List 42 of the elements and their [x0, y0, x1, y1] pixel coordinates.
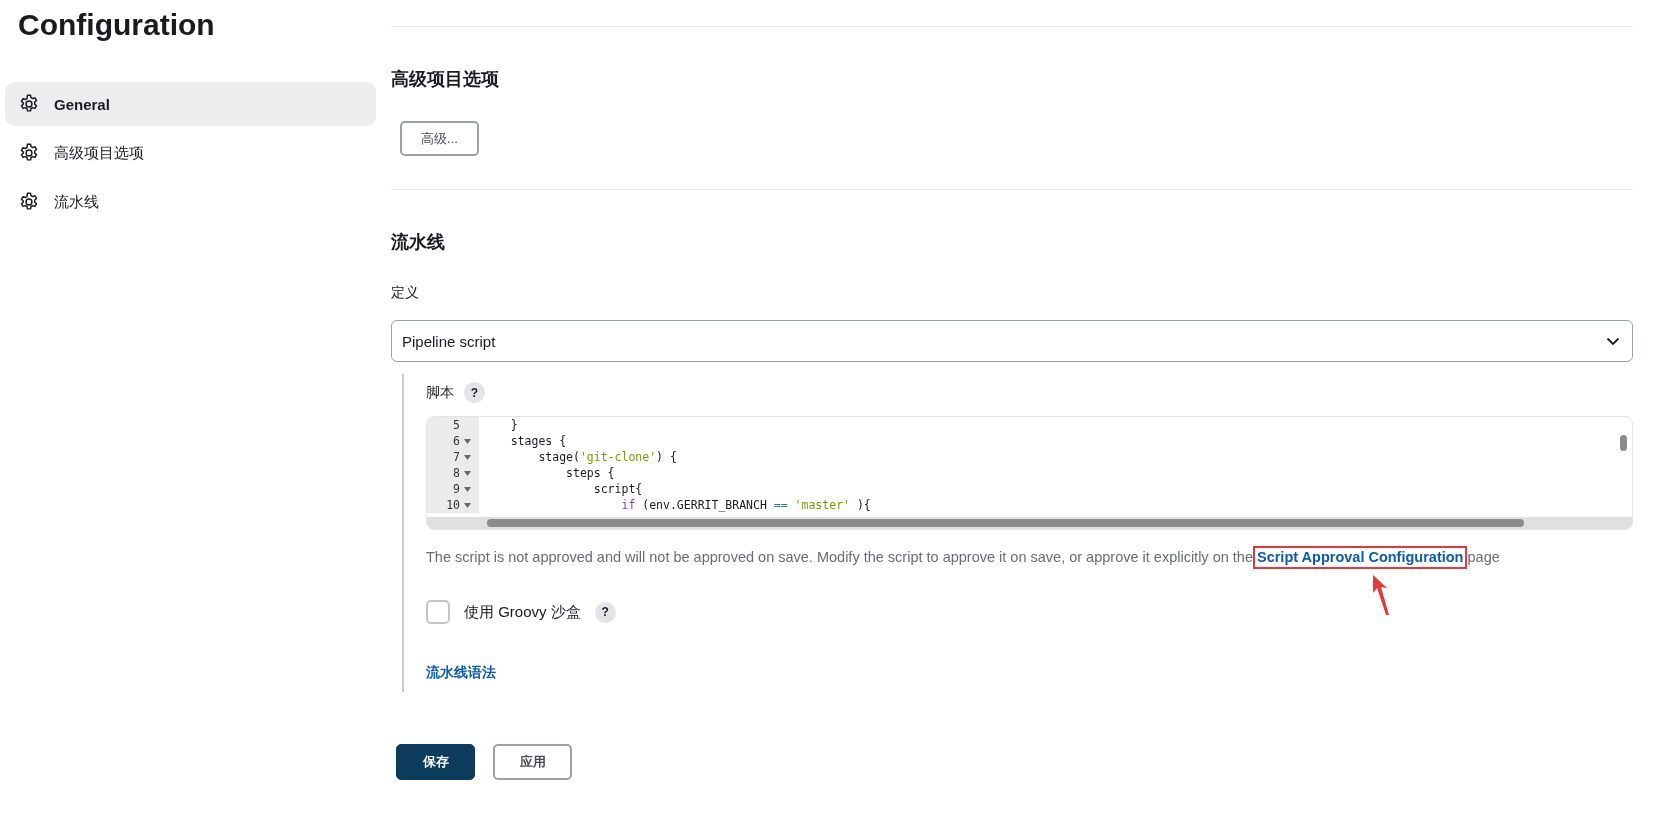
- field-label: 定义: [391, 284, 419, 302]
- sidebar-item[interactable]: General: [5, 82, 376, 126]
- sidebar-item[interactable]: 流水线: [5, 180, 376, 224]
- section-heading: 流水线: [391, 231, 446, 254]
- line-number: 6: [453, 433, 460, 449]
- line-number: 10: [446, 497, 460, 513]
- code-line: if (env.GERRIT_BRANCH == 'master' ){: [620, 497, 871, 513]
- checkbox[interactable]: [426, 600, 450, 624]
- code-line: steps {: [565, 465, 615, 481]
- save-button[interactable]: 保存: [396, 744, 475, 780]
- definition-dropdown[interactable]: Pipeline script: [391, 320, 1633, 362]
- fold-icon[interactable]: [464, 438, 471, 444]
- line-number: 5: [453, 417, 460, 433]
- gear-icon: [18, 142, 40, 164]
- gear-icon: [18, 93, 40, 115]
- script-approval-link[interactable]: Script Approval Configuration: [1257, 549, 1464, 565]
- advanced-button[interactable]: 高级...: [400, 121, 479, 156]
- code-editor[interactable]: 5 6 7 8 9 10 } stages { stage('git-clone') { steps { script{ if (env.GERRIT_BRANCH == 'master' ){: [426, 416, 1633, 530]
- fold-icon[interactable]: [464, 454, 471, 460]
- fold-icon[interactable]: [464, 502, 471, 508]
- apply-button[interactable]: 应用: [493, 744, 572, 780]
- field-label: 脚本: [426, 383, 454, 402]
- sidebar-item[interactable]: 高级项目选项: [5, 131, 376, 175]
- horizontal-scrollbar[interactable]: [427, 517, 1632, 529]
- approval-note: The script is not approved and will not be approved on save. Modify the script to approve it on save, or approve it explicitly on the Script Approval Configuration page: [426, 546, 1633, 568]
- code-line: }: [509, 417, 518, 433]
- syntax-link[interactable]: 流水线语法: [426, 664, 496, 682]
- section-heading: 高级项目选项: [391, 68, 500, 91]
- help-icon[interactable]: ?: [464, 382, 485, 403]
- help-icon[interactable]: ?: [594, 601, 616, 623]
- gear-icon: [18, 191, 40, 213]
- code-line: stage('git-clone') {: [537, 449, 677, 465]
- page-title: Configuration: [17, 7, 216, 43]
- code-line: script{: [592, 481, 643, 497]
- chevron-icon: [1606, 336, 1620, 346]
- code-line: stages {: [509, 433, 567, 449]
- line-number: 9: [453, 481, 460, 497]
- fold-icon[interactable]: [464, 470, 471, 476]
- checkbox-label: 使用 Groovy 沙盒: [464, 602, 581, 622]
- fold-icon[interactable]: [464, 486, 471, 492]
- line-number: 7: [453, 449, 460, 465]
- line-number: 8: [453, 465, 460, 481]
